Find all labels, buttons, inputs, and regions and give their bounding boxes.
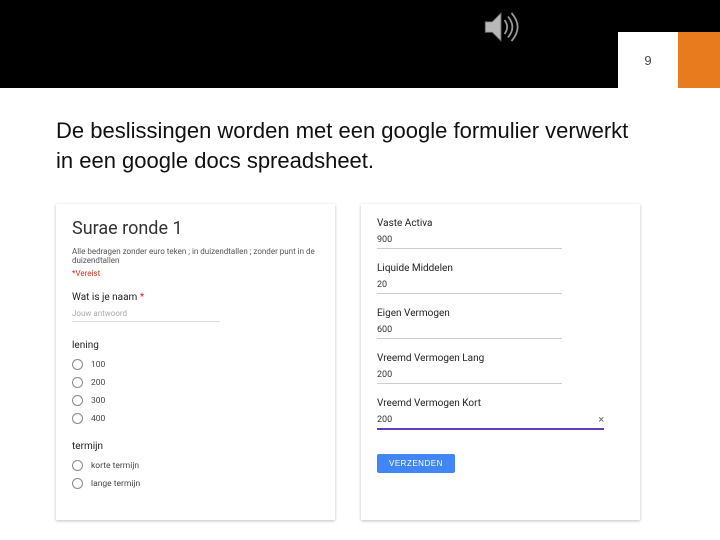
radio-label: korte termijn bbox=[91, 461, 139, 471]
page-number: 9 bbox=[644, 53, 651, 68]
question-name: Wat is je naam * bbox=[72, 292, 319, 303]
question-text: Wat is je naam bbox=[72, 292, 137, 303]
slide-title: De beslissingen worden met een google fo… bbox=[56, 116, 630, 175]
radio-label: lange termijn bbox=[91, 479, 140, 489]
submit-button[interactable]: VERZENDEN bbox=[377, 454, 455, 473]
radio-label: 300 bbox=[91, 396, 105, 406]
field-block: Eigen Vermogen 600 bbox=[377, 308, 624, 339]
radio-option[interactable]: korte termijn bbox=[72, 460, 319, 471]
field-label: Liquide Middelen bbox=[377, 263, 624, 274]
field-block-active: Vreemd Vermogen Kort 200 × bbox=[377, 398, 624, 430]
radio-option[interactable]: 200 bbox=[72, 377, 319, 388]
slide-top-bar bbox=[0, 0, 720, 88]
form-right: Vaste Activa 900 Liquide Middelen 20 Eig… bbox=[361, 204, 640, 520]
accent-block bbox=[678, 32, 720, 88]
group-termijn-label: termijn bbox=[72, 441, 319, 452]
field-label: Vreemd Vermogen Kort bbox=[377, 398, 624, 409]
field-input-active[interactable]: 200 × bbox=[377, 413, 604, 430]
field-label: Eigen Vermogen bbox=[377, 308, 624, 319]
name-input[interactable]: Jouw antwoord bbox=[72, 309, 220, 322]
field-input[interactable]: 200 bbox=[377, 368, 562, 384]
field-label: Vaste Activa bbox=[377, 218, 624, 229]
radio-icon bbox=[72, 478, 83, 489]
radio-option[interactable]: 100 bbox=[72, 359, 319, 370]
field-block: Vreemd Vermogen Lang 200 bbox=[377, 353, 624, 384]
field-value-text: 200 bbox=[377, 415, 392, 425]
clear-icon[interactable]: × bbox=[598, 413, 604, 426]
radio-option[interactable]: 400 bbox=[72, 413, 319, 424]
radio-label: 400 bbox=[91, 414, 105, 424]
radio-label: 200 bbox=[91, 378, 105, 388]
field-block: Vaste Activa 900 bbox=[377, 218, 624, 249]
field-label: Vreemd Vermogen Lang bbox=[377, 353, 624, 364]
radio-option[interactable]: 300 bbox=[72, 395, 319, 406]
form-required-note: *Vereist bbox=[72, 269, 319, 278]
radio-icon bbox=[72, 395, 83, 406]
page-number-box: 9 bbox=[618, 32, 678, 88]
radio-icon bbox=[72, 377, 83, 388]
radio-icon bbox=[72, 460, 83, 471]
field-input[interactable]: 20 bbox=[377, 278, 562, 294]
radio-icon bbox=[72, 359, 83, 370]
form-description: Alle bedragen zonder euro teken ; in dui… bbox=[72, 247, 319, 265]
radio-label: 100 bbox=[91, 360, 105, 370]
form-title: Surae ronde 1 bbox=[72, 218, 319, 239]
group-lening-label: lening bbox=[72, 340, 319, 351]
radio-icon bbox=[72, 413, 83, 424]
forms-container: Surae ronde 1 Alle bedragen zonder euro … bbox=[56, 204, 640, 520]
form-left: Surae ronde 1 Alle bedragen zonder euro … bbox=[56, 204, 335, 520]
speaker-icon bbox=[480, 6, 522, 53]
required-asterisk: * bbox=[140, 292, 144, 303]
field-input[interactable]: 900 bbox=[377, 233, 562, 249]
field-block: Liquide Middelen 20 bbox=[377, 263, 624, 294]
radio-option[interactable]: lange termijn bbox=[72, 478, 319, 489]
field-input[interactable]: 600 bbox=[377, 323, 562, 339]
